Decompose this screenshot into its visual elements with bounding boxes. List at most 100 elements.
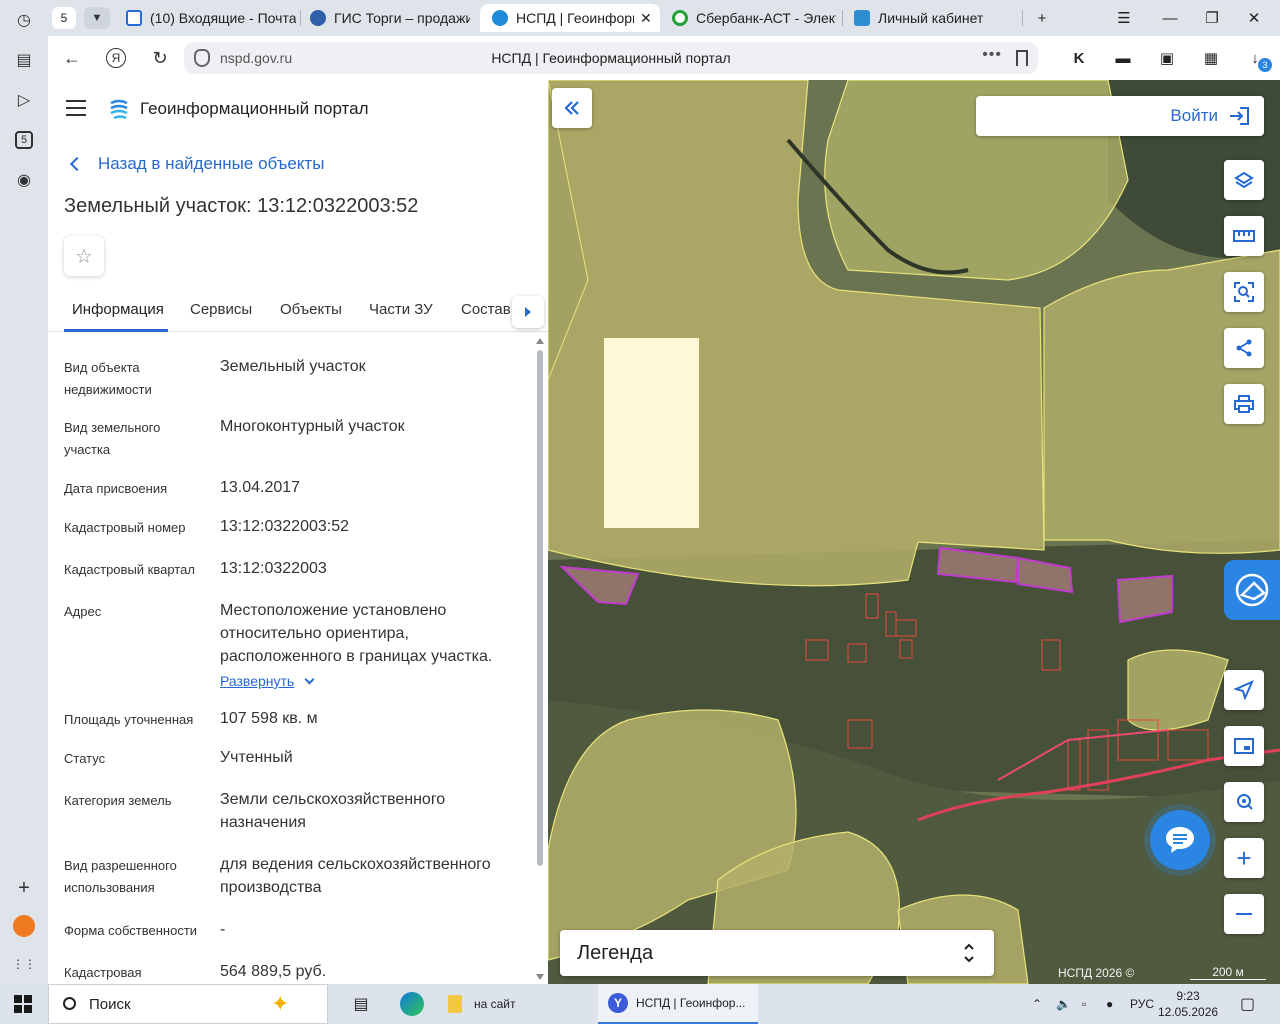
print-button[interactable]: [1224, 384, 1264, 424]
browser-tab-cabinet[interactable]: Личный кабинет: [854, 4, 1014, 32]
browser-tab-nspd[interactable]: НСПД | Геоинформ ✕: [480, 4, 660, 32]
measure-button[interactable]: [1224, 216, 1264, 256]
counter-icon[interactable]: 5: [12, 128, 36, 152]
volume-icon[interactable]: 🔈: [1056, 984, 1071, 1024]
back-arrow-icon[interactable]: ←: [60, 46, 84, 70]
menu-icon[interactable]: [66, 100, 86, 116]
minus-icon: [1236, 913, 1252, 915]
tab-count-badge[interactable]: 5: [52, 7, 76, 29]
property-value: 564 889,5 руб.: [220, 963, 327, 980]
expand-label: Развернуть: [220, 673, 295, 689]
pdf-icon[interactable]: ▦: [1200, 48, 1222, 68]
collections-icon[interactable]: ▤: [12, 48, 36, 72]
property-label: Кадастровый номер: [64, 520, 186, 535]
media-icon[interactable]: ▷: [12, 88, 36, 112]
close-tab-icon[interactable]: ✕: [640, 10, 652, 27]
kaspersky-icon[interactable]: K: [1068, 48, 1090, 68]
panel-scrollbar[interactable]: [535, 338, 545, 980]
tab-parts[interactable]: Части ЗУ: [369, 301, 433, 318]
login-icon: [1230, 107, 1249, 125]
property-label: Кадастровая: [64, 965, 142, 980]
history-icon[interactable]: ◷: [12, 8, 36, 32]
tabs-dropdown-button[interactable]: ▼: [84, 7, 110, 29]
taskbar-app-folder[interactable]: на сайт: [440, 984, 590, 1024]
property-label: Статус: [64, 751, 106, 766]
geo-services-button[interactable]: [1224, 560, 1280, 620]
microphone-icon[interactable]: ●: [1106, 984, 1113, 1024]
tab-information[interactable]: Информация: [72, 301, 164, 318]
legend-dropdown[interactable]: Легенда: [560, 930, 994, 976]
minimize-window-button[interactable]: —: [1158, 6, 1182, 30]
browser-tab-title: Личный кабинет: [878, 10, 984, 26]
browser-tab-title: (10) Входящие - Почта: [150, 10, 296, 26]
chat-button[interactable]: [1150, 810, 1210, 870]
browser-tab-sberbank[interactable]: Сбербанк-АСТ - Элект: [672, 4, 836, 32]
chevron-left-icon: [69, 156, 85, 172]
zoom-out-button[interactable]: [1224, 894, 1264, 934]
task-view-icon[interactable]: ▤: [344, 984, 378, 1024]
sber-icon: [672, 10, 688, 26]
login-button[interactable]: Войти: [976, 96, 1264, 136]
bookmark-icon[interactable]: [1016, 50, 1028, 66]
browser-tab-bar: 5 ▼ (10) Входящие - Почта ГИС Торги – пр…: [0, 0, 1280, 36]
back-label: Назад в найденные объекты: [98, 154, 325, 173]
scroll-up-arrow-icon[interactable]: [536, 338, 544, 344]
tab-objects[interactable]: Объекты: [280, 301, 342, 318]
taskbar-search[interactable]: Поиск ✦: [48, 984, 328, 1024]
search-label: Поиск: [89, 996, 131, 1013]
close-window-button[interactable]: ✕: [1242, 6, 1266, 30]
address-field[interactable]: nspd.gov.ru НСПД | Геоинформационный пор…: [184, 42, 1038, 74]
property-label: Категория земель: [64, 793, 172, 808]
map-view[interactable]: Войти + Легенда НСПД 2026 © 200 м: [548, 80, 1280, 984]
new-tab-button[interactable]: +: [1030, 6, 1054, 30]
screenshot-icon[interactable]: ◉: [12, 168, 36, 192]
scroll-down-arrow-icon[interactable]: [536, 974, 544, 980]
area-search-button[interactable]: [1224, 272, 1264, 312]
browser-menu-icon[interactable]: ☰: [1112, 6, 1136, 30]
tab-composition[interactable]: Состав: [461, 301, 511, 318]
sparkle-icon: ✦: [271, 991, 290, 1016]
network-icon[interactable]: ▫: [1082, 984, 1086, 1024]
layers-icon: [1234, 171, 1254, 189]
start-button[interactable]: [14, 995, 32, 1013]
legend-label: Легенда: [577, 942, 654, 964]
my-location-button[interactable]: [1224, 670, 1264, 710]
more-icon[interactable]: •••: [982, 46, 1002, 64]
nspd-logo-icon: [492, 10, 508, 26]
minimap-button[interactable]: [1224, 726, 1264, 766]
star-icon: ☆: [75, 245, 93, 268]
minimap-icon: [1234, 738, 1254, 754]
restore-window-button[interactable]: ❐: [1200, 6, 1224, 30]
favorite-button[interactable]: ☆: [64, 236, 104, 276]
edge-icon[interactable]: [392, 984, 432, 1024]
language-indicator[interactable]: РУС: [1130, 984, 1154, 1024]
reload-icon[interactable]: ↻: [148, 46, 172, 70]
layers-button[interactable]: [1224, 160, 1264, 200]
downloads-icon[interactable]: ↓ 3: [1244, 48, 1272, 72]
puzzle-icon[interactable]: ▣: [1156, 48, 1178, 68]
tab-services[interactable]: Сервисы: [190, 301, 252, 318]
scrollbar-thumb[interactable]: [537, 350, 543, 866]
add-panel-icon[interactable]: +: [12, 876, 36, 900]
show-hidden-icons[interactable]: ⌃: [1032, 984, 1042, 1024]
system-clock[interactable]: 9:23 12.05.2026: [1158, 988, 1218, 1020]
browser-sidebar: ◷ ▤ ▷ 5 ◉ + ⋮⋮: [0, 0, 48, 984]
apps-grid-icon[interactable]: ⋮⋮: [12, 952, 36, 976]
property-label: Адрес: [64, 604, 102, 619]
yandex-icon[interactable]: Я: [104, 46, 128, 70]
extension-icon[interactable]: ▬: [1112, 48, 1134, 68]
browser-tab-torgi[interactable]: ГИС Торги – продажи: [310, 4, 470, 32]
back-to-results-link[interactable]: Назад в найденные объекты: [68, 154, 324, 174]
notifications-icon[interactable]: ▢: [1240, 984, 1255, 1024]
mail-app-icon[interactable]: [12, 914, 36, 938]
collapse-panel-button[interactable]: [552, 88, 592, 128]
taskbar-app-browser[interactable]: Y НСПД | Геоинфор...: [598, 984, 758, 1024]
tabs-scroll-right-button[interactable]: [512, 296, 544, 328]
search-by-point-button[interactable]: [1224, 782, 1264, 822]
zoom-in-button[interactable]: +: [1224, 838, 1264, 878]
expand-address-link[interactable]: Развернуть: [220, 673, 315, 689]
property-label: Площадь уточненная: [64, 712, 194, 727]
share-button[interactable]: [1224, 328, 1264, 368]
location-search-icon: [1237, 794, 1253, 810]
browser-tab-mail[interactable]: (10) Входящие - Почта: [126, 4, 296, 32]
